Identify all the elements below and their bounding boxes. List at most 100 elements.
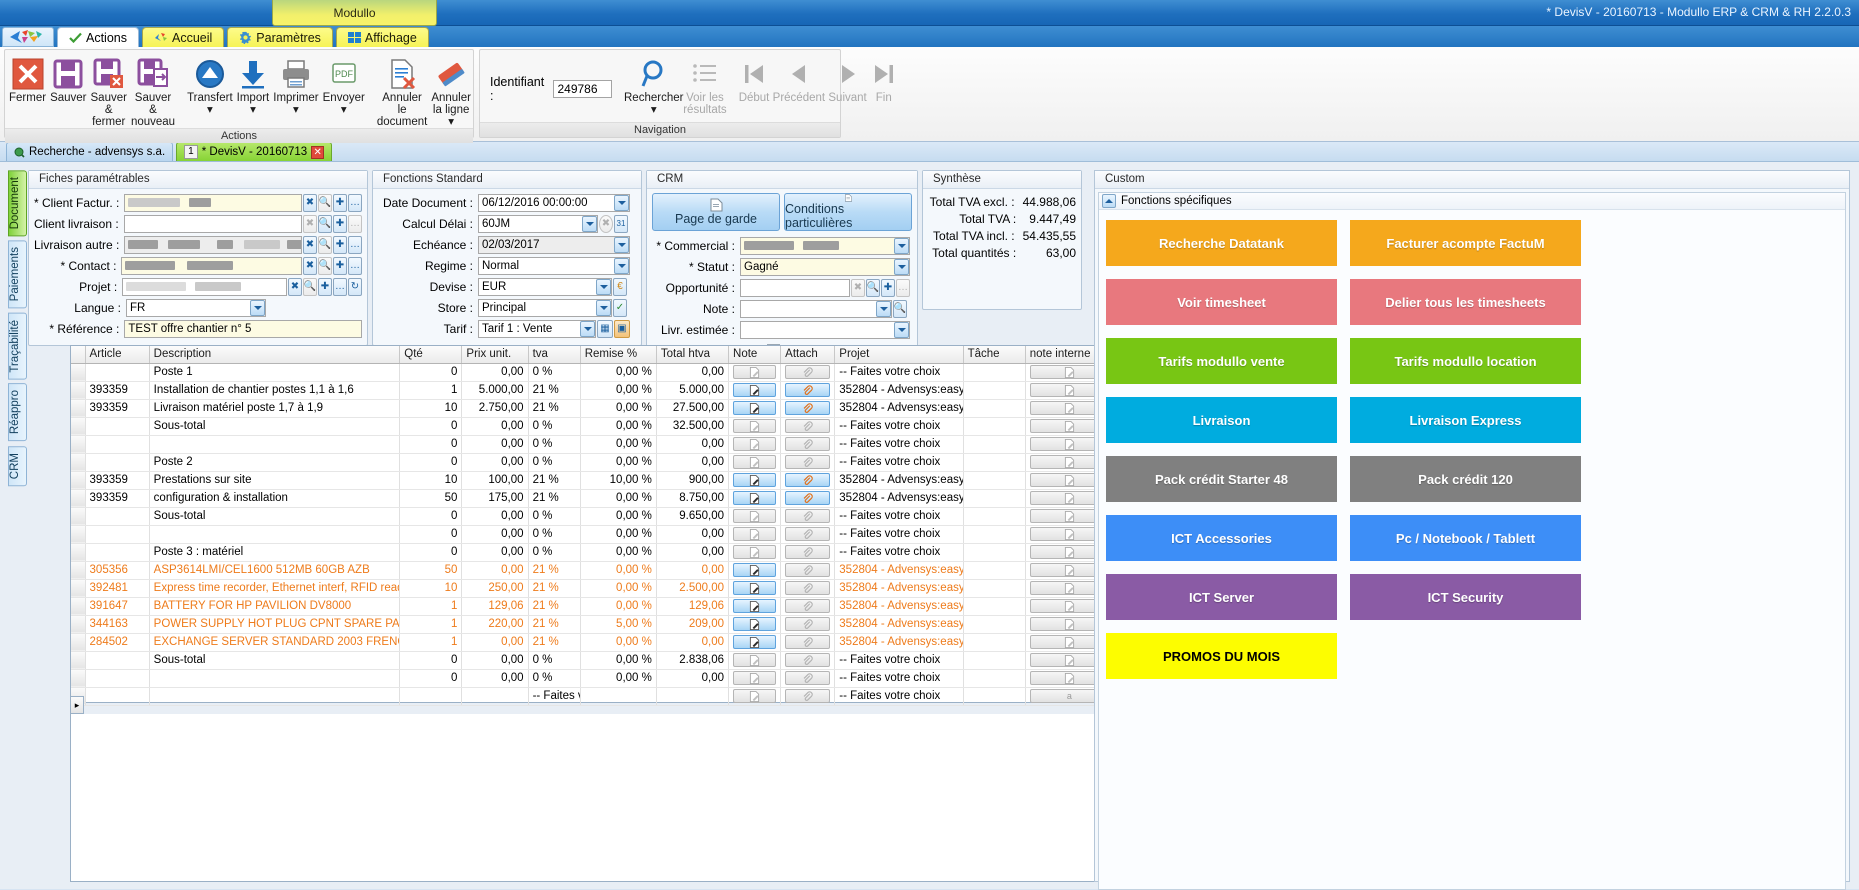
cell-article[interactable] bbox=[85, 435, 150, 454]
cell-prix-unit[interactable]: 2.750,00 bbox=[461, 399, 529, 418]
table-row[interactable]: 393359 Livraison matériel poste 1,7 à 1,9… bbox=[71, 399, 1115, 418]
livr-estimee-input[interactable] bbox=[740, 320, 910, 339]
cell-note[interactable] bbox=[728, 471, 782, 490]
attach-cell-button[interactable] bbox=[785, 563, 831, 577]
row-selector-cell[interactable] bbox=[71, 525, 86, 544]
table-row[interactable]: 344163 POWER SUPPLY HOT PLUG CPNT SPARE P… bbox=[71, 615, 1115, 634]
cell-description[interactable]: Express time recorder, Ethernet interf, … bbox=[149, 579, 401, 598]
chevron-down-icon[interactable] bbox=[614, 194, 629, 211]
table-row[interactable]: Poste 2 0 0,00 0 % 0,00 % 0,00 -- Faites votre… bbox=[71, 453, 1115, 472]
attach-cell-button[interactable] bbox=[785, 383, 831, 397]
cell-article[interactable]: 391647 bbox=[85, 597, 150, 616]
custom-function-button-3[interactable]: Delier tous les timesheets bbox=[1350, 279, 1581, 325]
cell-article[interactable] bbox=[85, 525, 150, 544]
cell-qte[interactable]: 1 bbox=[399, 381, 463, 400]
cell-remise[interactable] bbox=[580, 687, 657, 706]
more-button[interactable]: … bbox=[348, 193, 362, 212]
note-cell-button[interactable] bbox=[733, 635, 777, 649]
cell-remise[interactable]: 0,00 % bbox=[580, 489, 657, 508]
cell-qte[interactable]: 0 bbox=[399, 651, 463, 670]
cell-tva[interactable]: 0 % bbox=[528, 363, 581, 382]
echeance-combo[interactable]: 02/03/2017 bbox=[478, 235, 630, 254]
cell-article[interactable]: 305356 bbox=[85, 561, 150, 580]
cell-description[interactable]: Poste 2 bbox=[149, 453, 401, 472]
add-button[interactable]: ✚ bbox=[333, 193, 347, 212]
cell-total-htva[interactable]: 0,00 bbox=[656, 435, 730, 454]
cell-description[interactable]: Prestations sur site bbox=[149, 471, 401, 490]
cell-total-htva[interactable]: 0,00 bbox=[656, 363, 730, 382]
cell-description[interactable]: POWER SUPPLY HOT PLUG CPNT SPARE PART NM… bbox=[149, 615, 401, 634]
note-cell-button[interactable] bbox=[733, 365, 777, 379]
row-selector-cell[interactable] bbox=[71, 489, 86, 508]
cell-description[interactable]: Installation de chantier postes 1,1 à 1,… bbox=[149, 381, 401, 400]
sauver-nouveau-button[interactable]: Sauver & nouveau bbox=[129, 53, 177, 128]
ribbon-tab-parametres[interactable]: Paramètres bbox=[227, 27, 333, 47]
custom-function-button-1[interactable]: Facturer acompte FactuM bbox=[1350, 220, 1581, 266]
cell-description[interactable] bbox=[149, 435, 401, 454]
chevron-down-icon[interactable] bbox=[580, 320, 595, 337]
contact-input[interactable] bbox=[121, 256, 302, 275]
app-logo-button[interactable] bbox=[2, 27, 54, 47]
cell-projet[interactable]: -- Faites votre choix bbox=[834, 435, 964, 454]
clear-button[interactable]: ✖ bbox=[303, 193, 317, 212]
cell-tache[interactable] bbox=[963, 669, 1026, 688]
fermer-button[interactable]: Fermer bbox=[7, 53, 48, 119]
cell-prix-unit[interactable]: 0,00 bbox=[461, 417, 529, 436]
cell-tva[interactable]: 21 % bbox=[528, 597, 581, 616]
cell-tva[interactable]: 21 % bbox=[528, 471, 581, 490]
cell-note[interactable] bbox=[728, 543, 782, 562]
cell-tache[interactable] bbox=[963, 471, 1026, 490]
cell-tache[interactable] bbox=[963, 597, 1026, 616]
cell-attach[interactable] bbox=[780, 561, 836, 580]
cell-description[interactable]: Livraison matériel poste 1,7 à 1,9 bbox=[149, 399, 401, 418]
row-selector-cell[interactable] bbox=[71, 597, 86, 616]
cell-total-htva[interactable]: 129,06 bbox=[656, 597, 730, 616]
cell-total-htva[interactable]: 8.750,00 bbox=[656, 489, 730, 508]
cell-attach[interactable] bbox=[780, 489, 836, 508]
row-selector-cell[interactable] bbox=[71, 543, 86, 562]
cell-total-htva[interactable]: 0,00 bbox=[656, 453, 730, 472]
chevron-down-icon[interactable]: ▾ bbox=[448, 116, 454, 128]
vtab-tracabilite[interactable]: Traçabilité bbox=[8, 312, 27, 380]
table-row[interactable]: 0 0,00 0 % 0,00 % 0,00 -- Faites votre choix bbox=[71, 525, 1115, 544]
cell-tva[interactable]: 21 % bbox=[528, 633, 581, 652]
cell-note[interactable] bbox=[728, 453, 782, 472]
cell-tva[interactable]: 21 % bbox=[528, 579, 581, 598]
cell-article[interactable]: 392481 bbox=[85, 579, 150, 598]
devise-combo[interactable]: EUR bbox=[478, 277, 612, 296]
row-selector-cell[interactable] bbox=[71, 453, 86, 472]
attach-cell-button[interactable] bbox=[785, 455, 831, 469]
chevron-down-icon[interactable]: ▾ bbox=[341, 104, 347, 116]
chevron-down-icon[interactable]: ▾ bbox=[651, 104, 657, 116]
cell-attach[interactable] bbox=[780, 615, 836, 634]
cell-tva[interactable]: 21 % bbox=[528, 399, 581, 418]
annuler-ligne-button[interactable]: Annuler la ligne ▾ bbox=[429, 53, 473, 128]
cell-attach[interactable] bbox=[780, 579, 836, 598]
cell-note[interactable] bbox=[728, 579, 782, 598]
search-button[interactable]: 🔍 bbox=[318, 214, 332, 233]
more-button[interactable]: … bbox=[348, 214, 362, 233]
precedent-button[interactable]: Précédent bbox=[771, 53, 826, 119]
rechercher-button[interactable]: Rechercher ▾ bbox=[624, 53, 683, 119]
cell-tache[interactable] bbox=[963, 417, 1026, 436]
grid-col-total-htva[interactable]: Total htva bbox=[656, 346, 730, 364]
reference-input[interactable]: TEST offre chantier n° 5 bbox=[124, 319, 362, 338]
cell-total-htva[interactable]: 0,00 bbox=[656, 525, 730, 544]
cell-prix-unit[interactable]: 5.000,00 bbox=[461, 381, 529, 400]
note-cell-button[interactable] bbox=[733, 509, 777, 523]
table-row[interactable]: Sous-total 0 0,00 0 % 0,00 % 32.500,00 -- Fait… bbox=[71, 417, 1115, 436]
attach-cell-button[interactable] bbox=[785, 599, 831, 613]
cell-tva[interactable]: 0 % bbox=[528, 453, 581, 472]
transfert-button[interactable]: Transfert ▾ bbox=[185, 53, 235, 119]
clear-button[interactable]: ✖ bbox=[303, 235, 317, 254]
custom-function-button-9[interactable]: Pack crédit 120 bbox=[1350, 456, 1581, 502]
more-button[interactable]: … bbox=[333, 277, 347, 296]
cell-note[interactable] bbox=[728, 417, 782, 436]
note-cell-button[interactable] bbox=[733, 653, 777, 667]
cell-tache[interactable] bbox=[963, 399, 1026, 418]
note-cell-button[interactable] bbox=[733, 545, 777, 559]
more-button[interactable]: … bbox=[348, 256, 362, 275]
custom-function-button-2[interactable]: Voir timesheet bbox=[1106, 279, 1337, 325]
cell-projet[interactable]: -- Faites votre choix bbox=[834, 543, 964, 562]
search-note-button[interactable]: 🔍 bbox=[893, 299, 907, 318]
